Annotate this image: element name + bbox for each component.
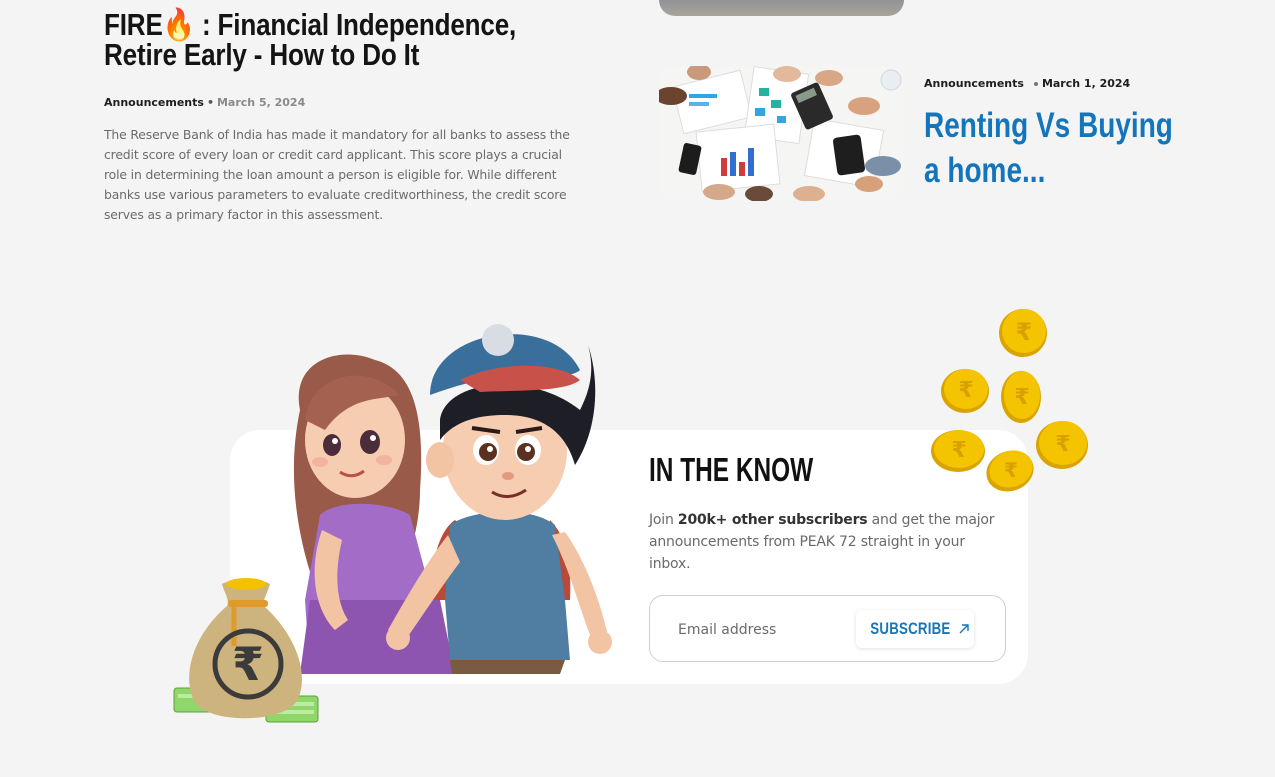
rupee-coin-icon: ₹ ₹ ₹ ₹ ₹ ₹	[925, 305, 1095, 500]
renting-post-date: March 1, 2024	[1041, 77, 1131, 90]
arrow-up-right-icon	[957, 622, 971, 636]
rupee-coin-icon: ₹	[1001, 371, 1041, 423]
newsletter-description: Join 200k+ other subscribers and get the…	[649, 509, 999, 575]
meta-dot	[1033, 82, 1038, 86]
svg-text:₹: ₹	[958, 378, 973, 403]
renting-post-image[interactable]	[659, 66, 904, 201]
subscribe-button[interactable]: SUBSCRIBE	[856, 610, 974, 648]
post-category[interactable]: Announcements	[104, 96, 204, 109]
renting-post-title[interactable]: Renting Vs Buying a home...	[924, 103, 1188, 193]
rupee-coin-icon: ₹	[1036, 421, 1088, 469]
email-field[interactable]	[676, 616, 860, 644]
money-bag-icon: ₹	[172, 576, 322, 726]
svg-text:₹: ₹	[1055, 432, 1070, 457]
svg-text:₹: ₹	[1004, 458, 1018, 482]
newsletter-subscriber-count: 200k+ other subscribers	[677, 512, 868, 528]
svg-text:₹: ₹	[951, 438, 966, 463]
newsletter-heading: IN THE KNOW	[649, 451, 814, 488]
bag-rupee-symbol: ₹	[232, 637, 264, 691]
post-excerpt: The Reserve Bank of India has made it ma…	[104, 127, 570, 222]
post-date: March 5, 2024	[216, 96, 306, 109]
post-title[interactable]: FIRE🔥 : Financial Independence, Retire E…	[104, 9, 583, 70]
rupee-coin-icon: ₹	[986, 450, 1034, 492]
previous-post-image[interactable]	[659, 0, 904, 16]
rupee-coin-icon: ₹	[931, 430, 985, 472]
newsletter-form: SUBSCRIBE	[649, 595, 1006, 662]
subscribe-label: SUBSCRIBE	[869, 619, 951, 638]
rupee-coin-icon: ₹	[941, 369, 989, 413]
newsletter-text-start: Join	[649, 512, 678, 528]
post-meta: Announcements • March 5, 2024	[104, 96, 305, 109]
renting-post-meta: Announcements March 1, 2024	[924, 77, 1130, 90]
renting-post-category[interactable]: Announcements	[924, 77, 1024, 90]
kids-illustration	[280, 300, 625, 674]
svg-text:₹: ₹	[1014, 385, 1029, 410]
rupee-coin-icon: ₹	[999, 309, 1047, 357]
svg-text:₹: ₹	[1016, 318, 1033, 346]
meta-separator: •	[206, 96, 214, 109]
